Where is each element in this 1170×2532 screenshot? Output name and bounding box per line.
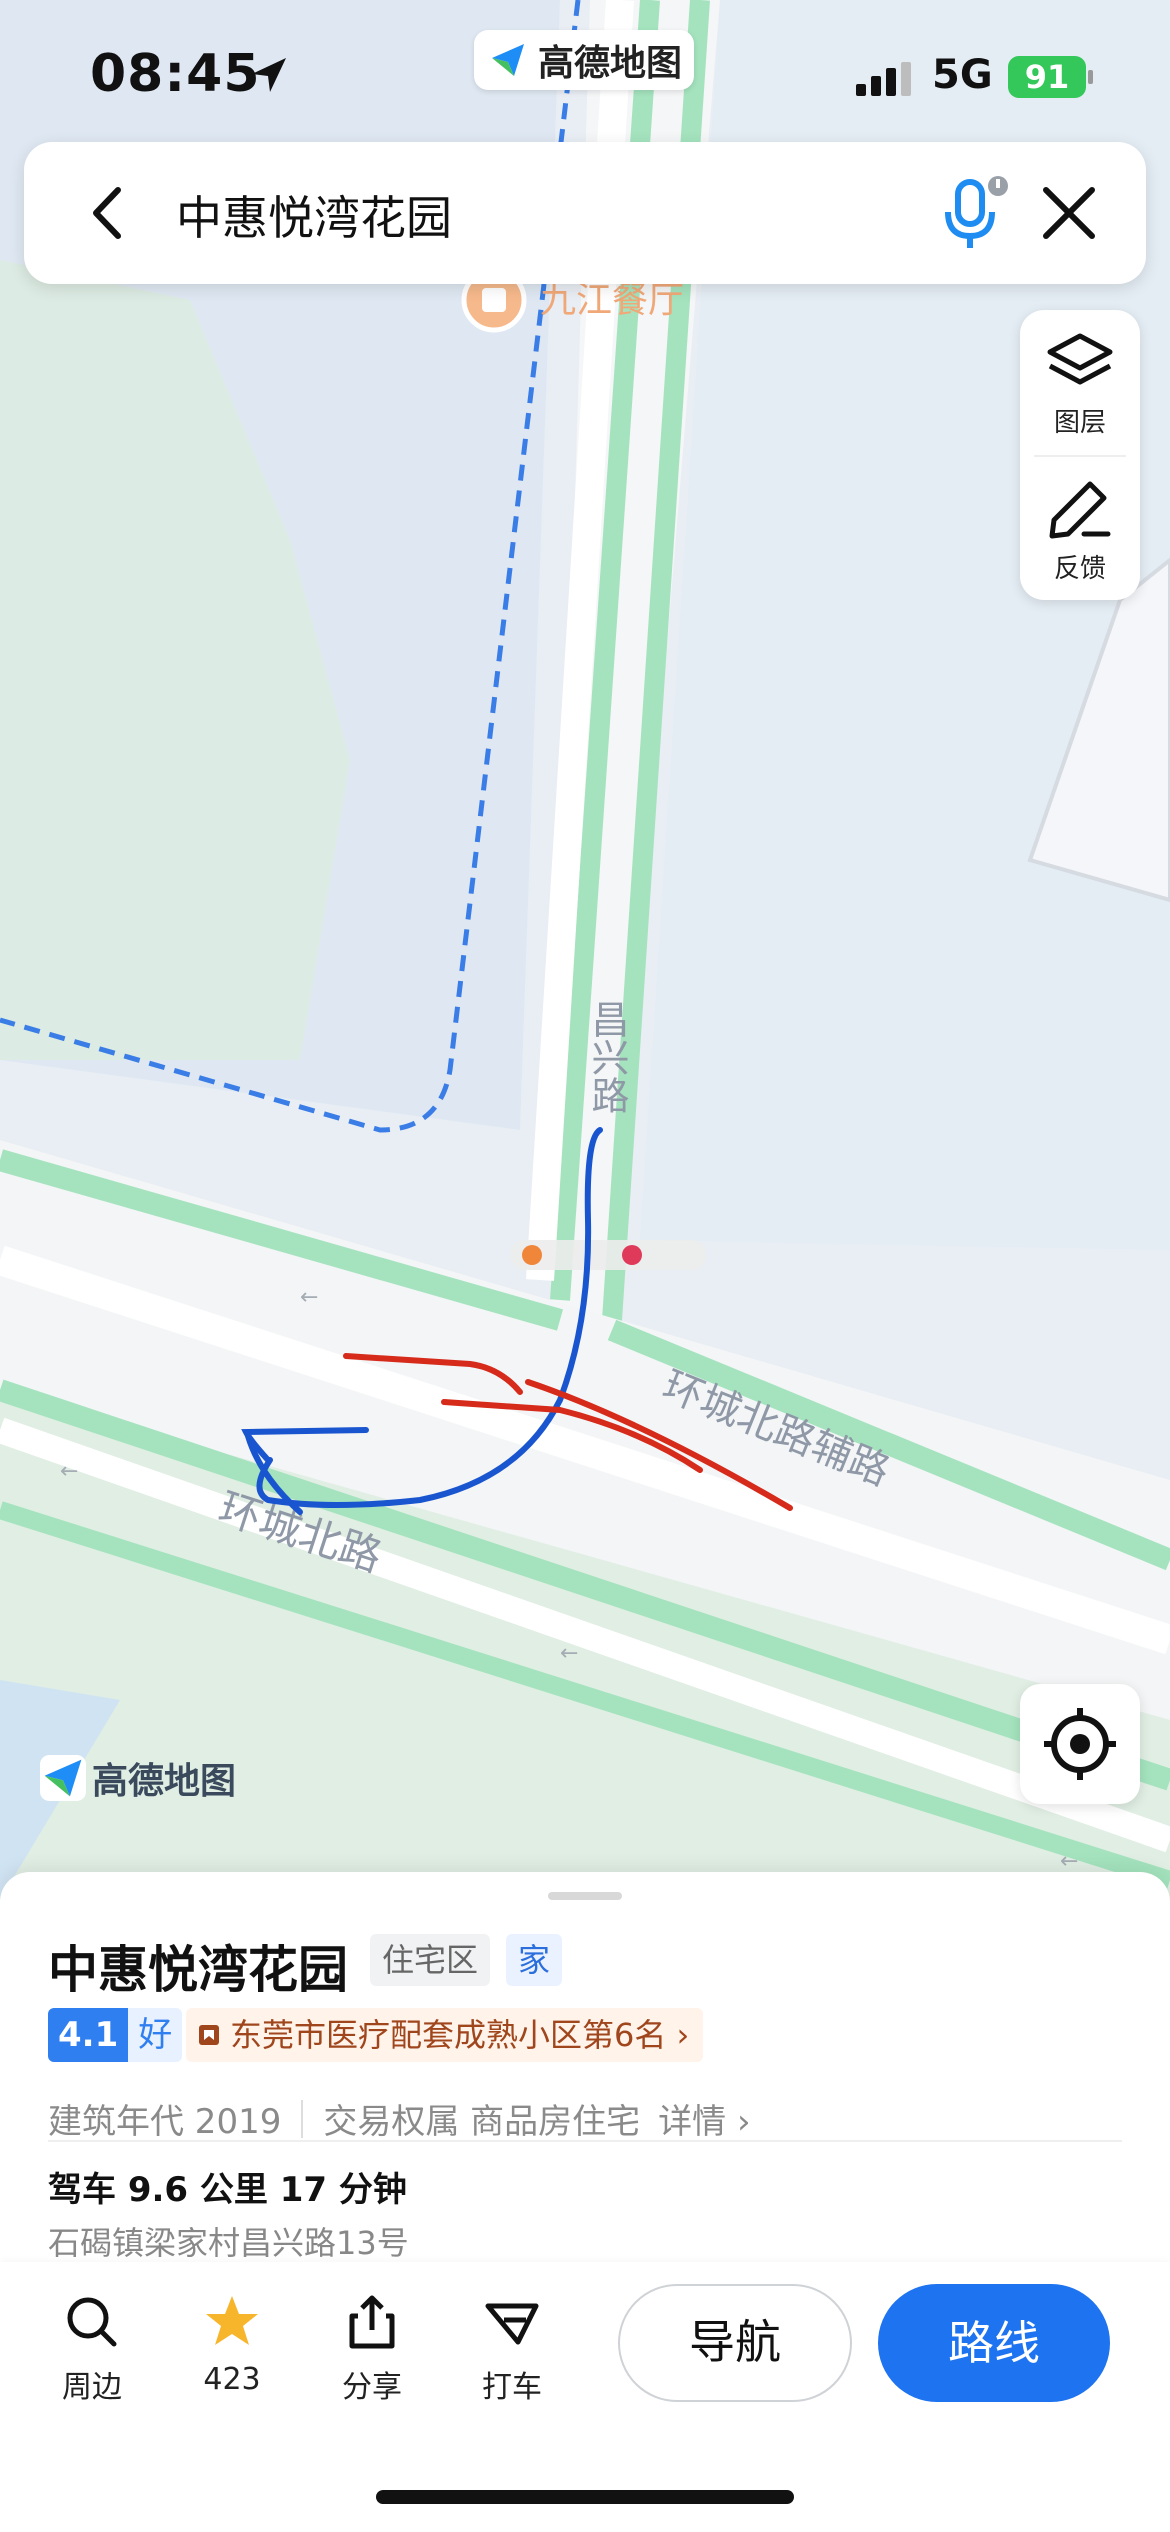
taxi-label: 打车 <box>482 2370 542 2405</box>
share-icon <box>349 2295 395 2349</box>
status-bar: 08:45 高德地图 5G 91 <box>0 0 1170 150</box>
action-bar: 周边 423 分享 打车 导航 路线 <box>0 2262 1170 2532</box>
map-canvas[interactable]: ← ← ← ← 九江餐厅 昌兴路 环城北路 环城北路辅路 <box>0 0 1170 1900</box>
app-indicator[interactable]: 高德地图 <box>474 30 694 90</box>
battery-tip <box>1088 70 1093 84</box>
feedback-pen-icon <box>1049 481 1111 539</box>
back-arrow-icon[interactable] <box>74 178 144 248</box>
battery-level: 91 <box>1008 56 1086 98</box>
tools-divider <box>1034 455 1126 457</box>
navigate-button[interactable]: 导航 <box>618 2284 852 2402</box>
status-time: 08:45 <box>90 44 261 104</box>
map-tools-panel: 图层 反馈 <box>1020 310 1140 600</box>
route-button[interactable]: 路线 <box>878 2284 1110 2402</box>
nearby-button[interactable]: 周边 <box>32 2292 152 2406</box>
drive-info: 驾车 9.6 公里 17 分钟 <box>48 2170 407 2210</box>
svg-text:←: ← <box>560 1641 578 1666</box>
share-label: 分享 <box>342 2370 402 2405</box>
crosshair-icon <box>1044 1708 1116 1780</box>
share-button[interactable]: 分享 <box>312 2292 432 2406</box>
home-indicator[interactable] <box>376 2490 794 2504</box>
star-icon <box>206 2296 258 2345</box>
place-name: 中惠悦湾花园 <box>48 1941 348 1999</box>
taxi-flag-icon <box>485 2303 539 2345</box>
layers-icon <box>1047 333 1113 385</box>
favorite-count: 423 <box>203 2362 261 2397</box>
layers-label: 图层 <box>1053 408 1106 438</box>
microphone-icon[interactable] <box>934 174 1014 254</box>
rating-badge[interactable]: 4.1 好 <box>48 2008 183 2062</box>
feedback-label: 反馈 <box>1053 554 1106 584</box>
search-bar[interactable]: 中惠悦湾花园 <box>24 142 1146 284</box>
search-icon <box>67 2297 117 2347</box>
poi-restaurant-label[interactable]: 九江餐厅 <box>540 279 684 320</box>
rank-flag-icon <box>199 2025 219 2045</box>
ownership-type: 交易权属 商品房住宅 <box>323 2102 641 2142</box>
ranking-link[interactable]: 东莞市医疗配套成熟小区第6名 › <box>186 2008 704 2062</box>
network-type: 5G <box>932 52 993 98</box>
sheet-grabber[interactable] <box>548 1892 622 1900</box>
place-attributes: 建筑年代 2019 交易权属 商品房住宅 详情 › <box>48 2094 751 2143</box>
feedback-button[interactable]: 反馈 <box>1020 478 1140 585</box>
svg-text:←: ← <box>300 1285 318 1310</box>
signal-icon <box>856 62 911 96</box>
place-address: 石碣镇梁家村昌兴路13号 <box>48 2224 409 2262</box>
app-name: 高德地图 <box>538 43 683 84</box>
attr-divider <box>301 2099 304 2138</box>
favorite-button[interactable]: 423 <box>172 2292 292 2397</box>
sheet-divider <box>48 2140 1122 2142</box>
search-query[interactable]: 中惠悦湾花园 <box>176 182 452 248</box>
rating-word: 好 <box>128 2008 183 2062</box>
locate-me-button[interactable] <box>1020 1684 1140 1804</box>
home-tag: 家 <box>506 1934 563 1986</box>
amap-logo-icon <box>492 44 524 76</box>
location-arrow-icon <box>252 58 286 92</box>
nearby-label: 周边 <box>62 2370 122 2405</box>
watermark-text: 高德地图 <box>92 1761 237 1802</box>
svg-text:←: ← <box>1060 1849 1078 1874</box>
taxi-button[interactable]: 打车 <box>452 2292 572 2406</box>
layers-button[interactable]: 图层 <box>1020 332 1140 439</box>
built-year: 建筑年代 2019 <box>48 2102 282 2142</box>
amap-logo-icon <box>40 1755 86 1801</box>
rating-score: 4.1 <box>48 2008 129 2062</box>
close-icon[interactable] <box>1034 178 1104 248</box>
rank-text: 东莞市医疗配套成熟小区第6名 › <box>230 2016 690 2054</box>
map-watermark: 高德地图 <box>40 1752 236 1804</box>
details-link[interactable]: 详情 › <box>658 2094 750 2143</box>
road-label-changxing: 昌兴路 <box>585 1000 628 1114</box>
place-type-tag: 住宅区 <box>370 1934 491 1986</box>
svg-text:←: ← <box>60 1459 78 1484</box>
